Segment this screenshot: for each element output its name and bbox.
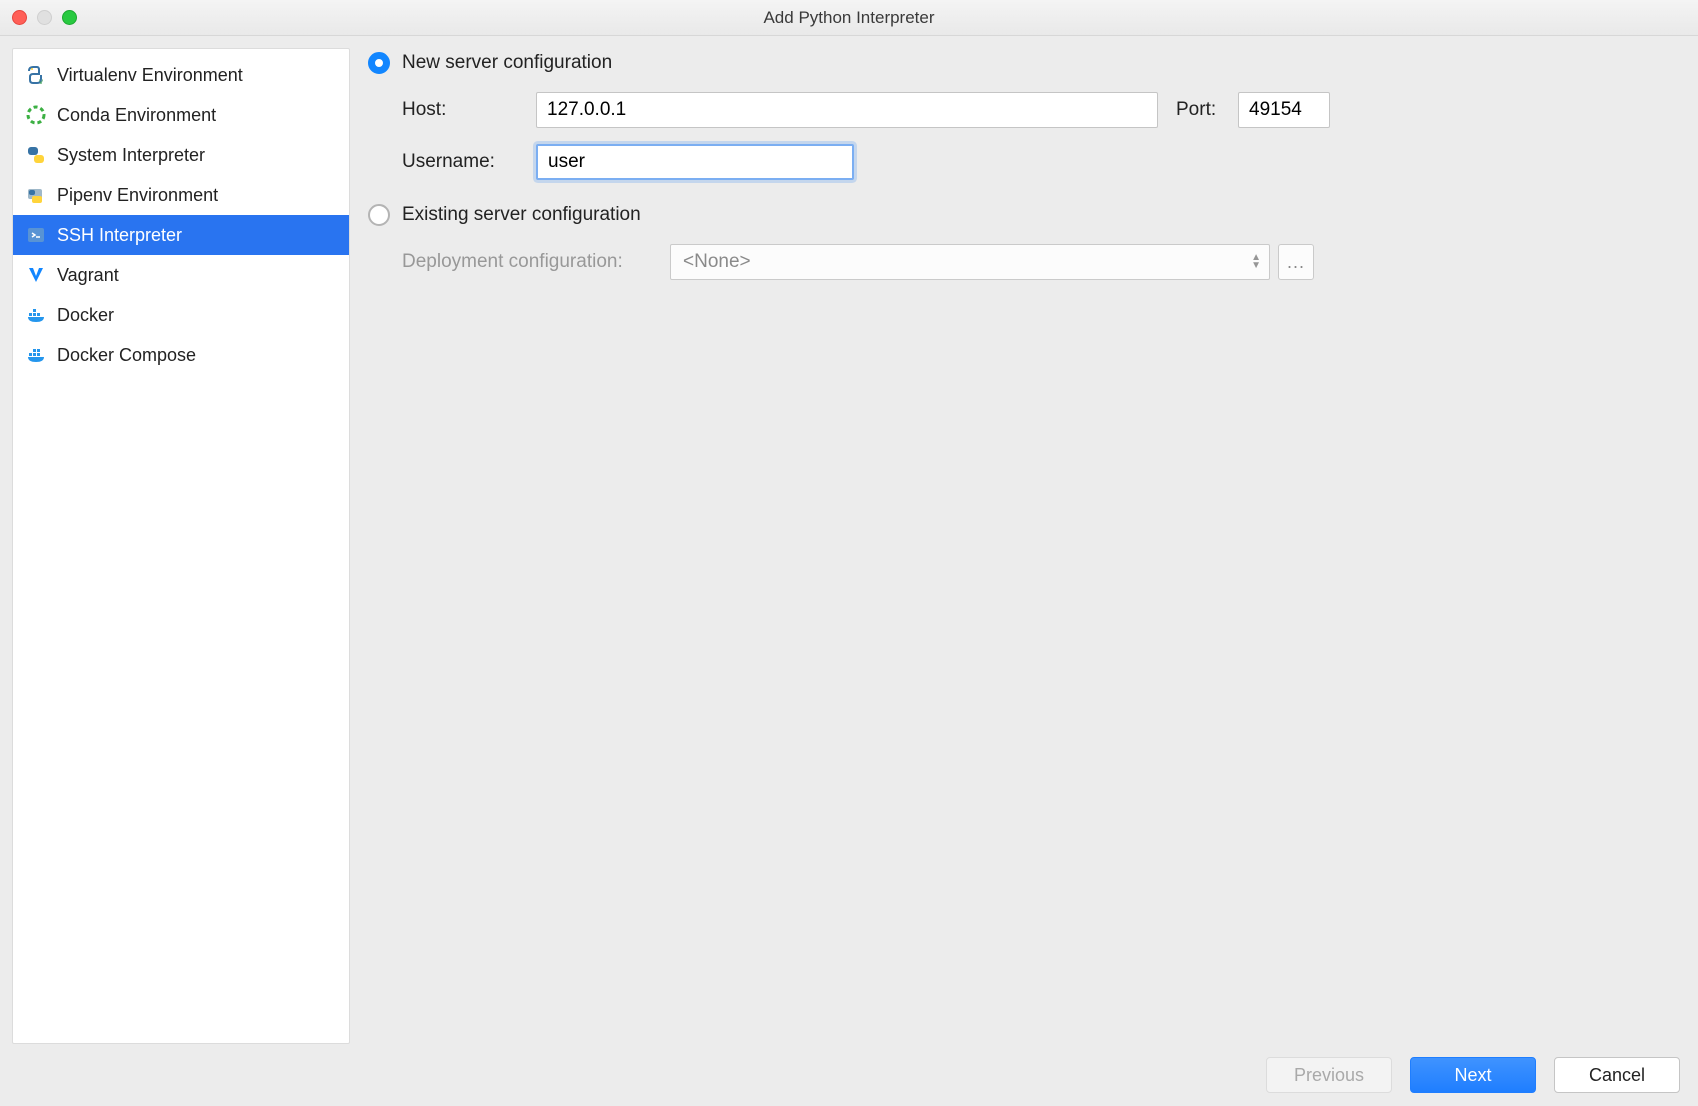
- radio-new-server-label: New server configuration: [402, 52, 612, 74]
- sidebar-item-pipenv[interactable]: Pipenv Environment: [13, 175, 349, 215]
- titlebar: Add Python Interpreter: [0, 0, 1698, 36]
- terminal-icon: [25, 224, 47, 246]
- previous-button: Previous: [1266, 1057, 1392, 1093]
- sidebar-item-conda[interactable]: Conda Environment: [13, 95, 349, 135]
- conda-icon: [25, 104, 47, 126]
- deployment-config-label: Deployment configuration:: [402, 251, 670, 273]
- sidebar-item-docker[interactable]: Docker: [13, 295, 349, 335]
- sidebar-item-ssh[interactable]: SSH Interpreter: [13, 215, 349, 255]
- sidebar-item-docker-compose[interactable]: Docker Compose: [13, 335, 349, 375]
- dropdown-value: <None>: [683, 251, 751, 273]
- port-input[interactable]: [1238, 92, 1330, 128]
- radio-existing-server-label: Existing server configuration: [402, 204, 641, 226]
- minimize-icon: [37, 10, 52, 25]
- sidebar-item-virtualenv[interactable]: v Virtualenv Environment: [13, 55, 349, 95]
- docker-compose-icon: [25, 344, 47, 366]
- sidebar-item-label: Conda Environment: [57, 105, 216, 126]
- main-panel: New server configuration Host: Port: Use…: [368, 48, 1686, 1044]
- sidebar-item-label: Docker: [57, 305, 114, 326]
- host-input[interactable]: [536, 92, 1158, 128]
- existing-server-config-radio-row[interactable]: Existing server configuration: [368, 204, 1686, 226]
- deployment-config-dropdown: <None> ▲▼: [670, 244, 1270, 280]
- dialog-footer: Previous Next Cancel: [0, 1044, 1698, 1106]
- python-venv-icon: v: [25, 64, 47, 86]
- python-icon: [25, 144, 47, 166]
- sidebar-item-label: SSH Interpreter: [57, 225, 182, 246]
- radio-existing-server[interactable]: [368, 204, 390, 226]
- username-label: Username:: [402, 151, 536, 173]
- close-icon[interactable]: [12, 10, 27, 25]
- radio-new-server[interactable]: [368, 52, 390, 74]
- sidebar-item-label: Docker Compose: [57, 345, 196, 366]
- cancel-button[interactable]: Cancel: [1554, 1057, 1680, 1093]
- sidebar-item-system[interactable]: System Interpreter: [13, 135, 349, 175]
- port-label: Port:: [1176, 99, 1232, 121]
- sidebar-item-label: Virtualenv Environment: [57, 65, 243, 86]
- interpreter-type-sidebar: v Virtualenv Environment Conda Environme…: [12, 48, 350, 1044]
- browse-button: ...: [1278, 244, 1314, 280]
- username-input[interactable]: [536, 144, 854, 180]
- sidebar-item-label: System Interpreter: [57, 145, 205, 166]
- window-title: Add Python Interpreter: [0, 8, 1698, 28]
- next-button[interactable]: Next: [1410, 1057, 1536, 1093]
- maximize-icon[interactable]: [62, 10, 77, 25]
- pipenv-icon: [25, 184, 47, 206]
- vagrant-icon: [25, 264, 47, 286]
- new-server-config-radio-row[interactable]: New server configuration: [368, 52, 1686, 74]
- docker-icon: [25, 304, 47, 326]
- chevron-updown-icon: ▲▼: [1251, 254, 1261, 270]
- sidebar-item-label: Vagrant: [57, 265, 119, 286]
- svg-text:v: v: [39, 77, 43, 85]
- sidebar-item-label: Pipenv Environment: [57, 185, 218, 206]
- sidebar-item-vagrant[interactable]: Vagrant: [13, 255, 349, 295]
- host-label: Host:: [402, 99, 536, 121]
- window-controls: [12, 10, 77, 25]
